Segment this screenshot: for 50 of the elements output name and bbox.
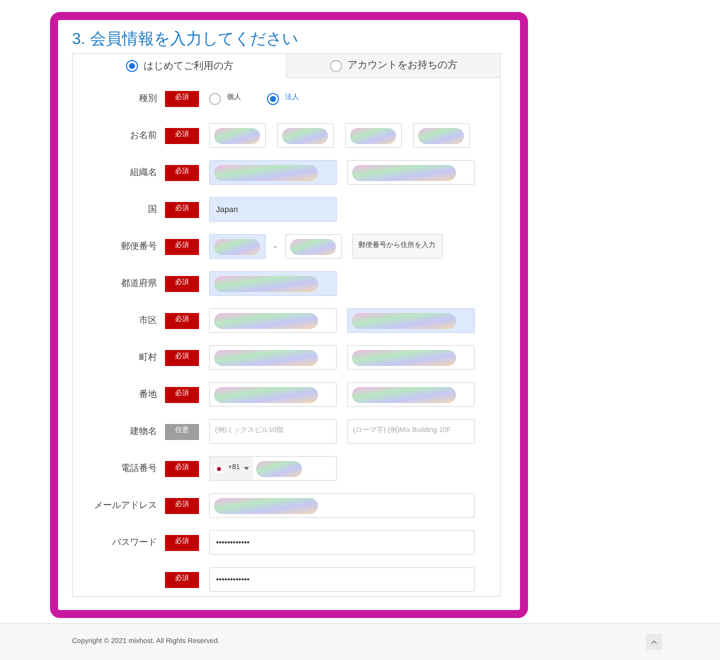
input-field[interactable] [277, 123, 334, 148]
separator: - [274, 240, 277, 252]
redacted-blur [418, 128, 464, 144]
redacted-blur [214, 128, 260, 144]
field-label: 組織名 [130, 166, 157, 179]
input-field[interactable] [209, 123, 266, 148]
field-label: 郵便番号 [121, 240, 157, 253]
caret-icon [244, 467, 249, 470]
input-field[interactable] [209, 493, 475, 518]
input-field[interactable]: •••••••••••• [209, 530, 475, 555]
input-field[interactable] [413, 123, 470, 148]
input-field[interactable] [209, 308, 337, 333]
field-label: 都道府県 [121, 276, 157, 290]
redacted-blur [282, 128, 328, 144]
field-label: 番地 [139, 388, 157, 401]
field-label: メールアドレス [94, 498, 157, 512]
input-field[interactable] [284, 234, 342, 259]
input-field[interactable] [209, 345, 337, 370]
input-field[interactable] [347, 308, 475, 333]
input-field[interactable] [345, 123, 402, 148]
radio-button[interactable] [126, 60, 138, 72]
field-label: 町村 [139, 350, 157, 364]
field-label: パスワード [112, 536, 157, 549]
redacted-blur [256, 460, 302, 476]
input-field[interactable] [347, 382, 475, 407]
chevron-up-icon [650, 640, 657, 644]
redacted-blur [290, 238, 336, 254]
field-label: お名前 [130, 128, 157, 142]
redacted-blur [214, 238, 260, 254]
input-field[interactable] [209, 234, 266, 259]
field-label: 市区 [139, 314, 157, 327]
tab[interactable]: アカウントをお持ちの方 [286, 54, 500, 78]
field-label: 国 [148, 202, 157, 216]
radio-button[interactable] [209, 92, 221, 104]
input-field[interactable] [209, 160, 337, 185]
input-field[interactable] [347, 345, 475, 370]
redacted-blur [350, 128, 396, 144]
field-label: 種別 [139, 92, 157, 105]
radio-button[interactable] [267, 92, 279, 104]
scroll-top-button[interactable] [646, 634, 662, 650]
flag-icon [214, 464, 224, 472]
section-title: 3. 会員情報を入力してください [72, 30, 299, 50]
input-field[interactable] [209, 271, 337, 296]
input-field[interactable]: •••••••••••• [209, 567, 475, 592]
field-label: 電話番号 [121, 462, 157, 475]
field-label: 建物名 [130, 424, 157, 438]
input-field[interactable] [347, 160, 475, 185]
radio-button[interactable] [330, 60, 342, 72]
input-field[interactable] [209, 382, 337, 407]
input-field[interactable]: Japan [209, 197, 337, 222]
